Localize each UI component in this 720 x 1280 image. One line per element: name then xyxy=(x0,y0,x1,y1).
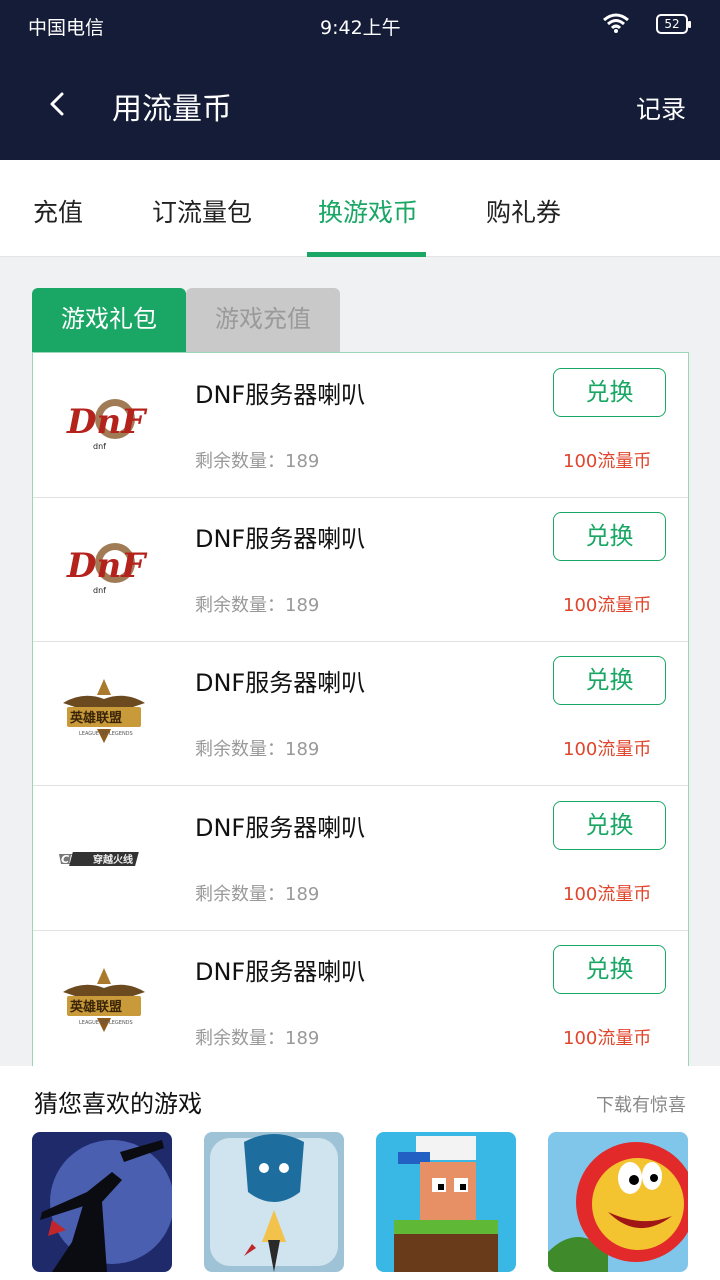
carrier-label: 中国电信 xyxy=(28,17,105,39)
record-link[interactable]: 记录 xyxy=(636,90,686,126)
lol-logo-icon: 英雄联盟 LEAGUE OF LEGENDS xyxy=(63,679,145,743)
top-tabs: 充值 订流量包 换游戏币 购礼券 xyxy=(0,160,720,257)
pixel-game-icon[interactable] xyxy=(376,1132,516,1272)
item-remaining: 剩余数量：189 xyxy=(195,739,320,760)
list-item: 英雄联盟 LEAGUE OF LEGENDS DNF服务器喇叭 剩余数量：189… xyxy=(33,930,688,1067)
list-item: 英雄联盟 LEAGUE OF LEGENDS DNF服务器喇叭 剩余数量：189… xyxy=(33,641,688,786)
back-arrow-icon[interactable] xyxy=(40,86,76,122)
item-price: 100流量币 xyxy=(563,884,652,905)
item-name: DNF服务器喇叭 xyxy=(195,814,366,842)
item-price: 100流量币 xyxy=(563,739,652,760)
gift-list: DnF dnf DNF服务器喇叭 剩余数量：189 兑换 100流量币 DnF … xyxy=(32,352,689,1068)
list-item: DnF dnf DNF服务器喇叭 剩余数量：189 兑换 100流量币 xyxy=(33,353,688,498)
svg-text:dnf: dnf xyxy=(93,442,106,451)
item-remaining: 剩余数量：189 xyxy=(195,451,320,472)
dnf-logo-icon: DnF dnf xyxy=(66,399,148,451)
battery-icon: 52 xyxy=(656,14,691,34)
list-item: CF 穿越火线 DNF服务器喇叭 剩余数量：189 兑换 100流量币 xyxy=(33,786,688,931)
hero-game-icon[interactable] xyxy=(204,1132,344,1272)
exchange-button[interactable]: 兑换 xyxy=(553,656,666,705)
svg-text:LEAGUE OF LEGENDS: LEAGUE OF LEGENDS xyxy=(79,1020,133,1026)
exchange-button[interactable]: 兑换 xyxy=(553,945,666,994)
recommend-title: 猜您喜欢的游戏 xyxy=(34,1090,202,1118)
ninja-game-icon[interactable] xyxy=(32,1132,172,1272)
item-remaining: 剩余数量：189 xyxy=(195,884,320,905)
active-tab-indicator xyxy=(307,252,426,257)
cf-logo-icon: CF 穿越火线 xyxy=(59,852,139,866)
recommend-more-link[interactable]: 下载有惊喜 xyxy=(596,1091,686,1117)
wifi-icon xyxy=(603,13,629,33)
subtab-game-gift[interactable]: 游戏礼包 xyxy=(32,288,186,352)
item-name: DNF服务器喇叭 xyxy=(195,669,366,697)
lol-logo-icon: 英雄联盟 LEAGUE OF LEGENDS xyxy=(63,968,145,1032)
exchange-button[interactable]: 兑换 xyxy=(553,512,666,561)
tab-gift-coupons[interactable]: 购礼券 xyxy=(486,193,561,229)
subtab-game-recharge[interactable]: 游戏充值 xyxy=(186,288,340,352)
tab-data-package[interactable]: 订流量包 xyxy=(152,193,252,229)
nav-bar: 用流量币 记录 xyxy=(0,60,720,150)
svg-text:DnF: DnF xyxy=(66,402,148,442)
svg-text:穿越火线: 穿越火线 xyxy=(93,853,133,866)
item-price: 100流量币 xyxy=(563,1028,652,1049)
item-remaining: 剩余数量：189 xyxy=(195,1028,320,1049)
svg-text:英雄联盟: 英雄联盟 xyxy=(69,999,122,1015)
page-title: 用流量币 xyxy=(112,92,232,127)
item-price: 100流量币 xyxy=(563,595,652,616)
app-header: 中国电信 9:42上午 52 用流量币 记录 xyxy=(0,0,720,160)
item-name: DNF服务器喇叭 xyxy=(195,958,366,986)
exchange-button[interactable]: 兑换 xyxy=(553,801,666,850)
dnf-logo-icon: DnF dnf xyxy=(66,543,148,595)
item-price: 100流量币 xyxy=(563,451,652,472)
item-name: DNF服务器喇叭 xyxy=(195,381,366,409)
status-bar: 中国电信 9:42上午 52 xyxy=(0,0,720,50)
tab-game-coins[interactable]: 换游戏币 xyxy=(318,193,418,229)
list-item: DnF dnf DNF服务器喇叭 剩余数量：189 兑换 100流量币 xyxy=(33,497,688,642)
clock: 9:42上午 xyxy=(320,17,401,39)
svg-text:英雄联盟: 英雄联盟 xyxy=(69,710,122,726)
item-name: DNF服务器喇叭 xyxy=(195,525,366,553)
tab-recharge[interactable]: 充值 xyxy=(33,193,83,229)
svg-text:DnF: DnF xyxy=(66,546,148,586)
svg-text:dnf: dnf xyxy=(93,586,106,595)
bird-game-icon[interactable] xyxy=(548,1132,688,1272)
exchange-button[interactable]: 兑换 xyxy=(553,368,666,417)
item-remaining: 剩余数量：189 xyxy=(195,595,320,616)
recommend-section: 猜您喜欢的游戏 下载有惊喜 xyxy=(0,1066,720,1280)
svg-text:LEAGUE OF LEGENDS: LEAGUE OF LEGENDS xyxy=(79,731,133,737)
